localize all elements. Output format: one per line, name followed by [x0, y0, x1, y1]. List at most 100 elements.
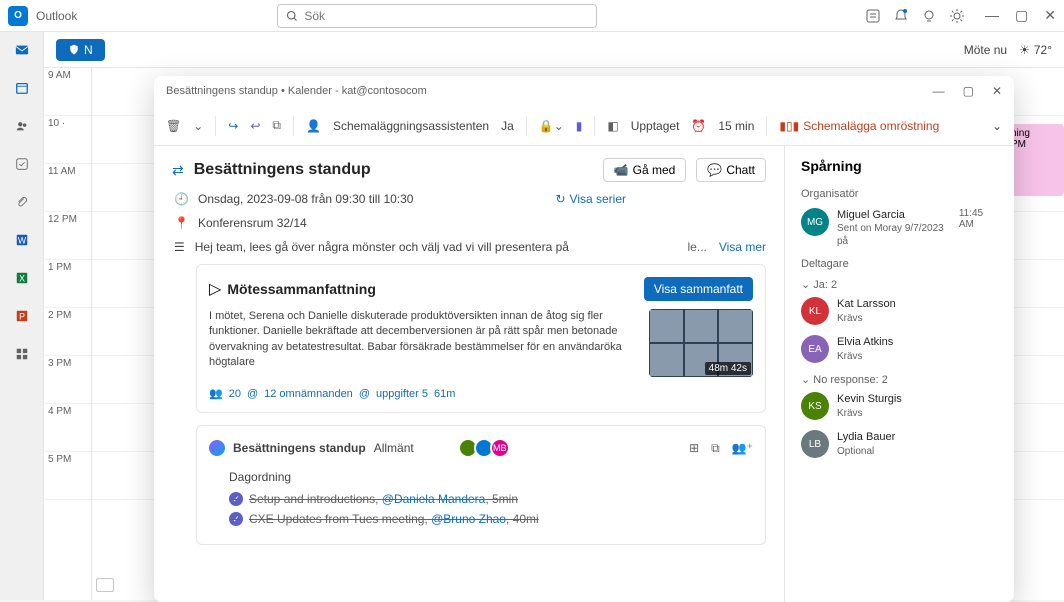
rail-attach-icon[interactable]	[12, 192, 32, 212]
recap-mentions[interactable]: 12 omnämnanden	[264, 388, 353, 400]
rsvp-yes-label[interactable]: Ja	[501, 119, 514, 133]
search-input-wrapper[interactable]	[277, 4, 597, 28]
search-input[interactable]	[304, 9, 588, 23]
bulb-icon[interactable]	[921, 8, 937, 24]
attendee-row[interactable]: EA Elvia Atkins Krävs	[801, 335, 998, 363]
maximize-button[interactable]: ▢	[1015, 7, 1028, 24]
attendee-row[interactable]: KL Kat Larsson Krävs	[801, 297, 998, 325]
person-required: Krävs	[837, 407, 902, 420]
agenda-tail: , 40mi	[506, 512, 539, 526]
toolbar-expand-icon[interactable]: ⌄	[992, 119, 1002, 133]
play-icon: ▷	[209, 279, 221, 299]
organizer-row[interactable]: MG Miguel Garcia Sent on Moray 9/7/2023 …	[801, 208, 998, 248]
chat-icon: 💬	[707, 163, 722, 177]
channel-team-name[interactable]: Besättningens standup	[233, 441, 366, 455]
copy-icon[interactable]: ⧉	[711, 441, 720, 456]
weather-widget[interactable]: ☀ 72°	[1019, 43, 1052, 57]
person-required: Optional	[837, 445, 895, 458]
schedule-poll-button[interactable]: ▮▯▮ Schemalägga omröstning	[779, 119, 939, 133]
person-name: Miguel Garcia	[837, 208, 951, 222]
delete-icon[interactable]: 🗑	[166, 119, 181, 133]
recap-people-count[interactable]: 20	[229, 388, 241, 400]
agenda-item[interactable]: ✓ CXE Updates from Tues meeting, @Bruno …	[229, 512, 753, 526]
recap-summary-text: I mötet, Serena och Danielle diskuterade…	[209, 309, 639, 377]
hour-label: 4 PM	[44, 404, 91, 452]
minimize-button[interactable]: —	[985, 7, 999, 24]
close-button[interactable]: ✕	[1044, 7, 1056, 24]
sun-icon: ☀	[1019, 43, 1030, 57]
join-button[interactable]: 📹 Gå med	[603, 158, 687, 182]
rail-powerpoint-icon[interactable]: P	[12, 306, 32, 326]
forward-icon[interactable]: ↪	[228, 119, 238, 133]
rail-word-icon[interactable]: W	[12, 230, 32, 250]
view-recap-button[interactable]: Visa sammanfatt	[644, 277, 753, 301]
sent-info: Sent on Moray 9/7/2023 på	[837, 222, 951, 248]
agenda-heading: Dagordning	[229, 470, 753, 484]
recap-video-thumbnail[interactable]: 48m 42s	[649, 309, 753, 377]
event-modal: Besättningens standup • Kalender - kat@c…	[154, 76, 1014, 602]
people-icon: 👥	[209, 387, 223, 400]
rail-more-apps-icon[interactable]	[12, 344, 32, 364]
category-icon[interactable]: ▮	[576, 119, 583, 133]
chat-button[interactable]: 💬 Chatt	[696, 158, 766, 182]
show-more-button[interactable]: Visa mer	[719, 240, 766, 254]
modal-close-button[interactable]: ✕	[992, 84, 1002, 98]
yes-group-header[interactable]: Ja: 2	[801, 278, 998, 291]
person-name: Kevin Sturgis	[837, 392, 902, 406]
reminder-icon: ⏰	[691, 119, 706, 133]
noresponse-group-header[interactable]: No response: 2	[801, 373, 998, 386]
poll-label: Schemalägga omröstning	[803, 119, 939, 133]
view-series-button[interactable]: ↻ Visa serier	[555, 192, 626, 206]
series-indicator-icon: ⇄	[172, 162, 184, 179]
meeting-description-preview: Hej team, lees gå över några mönster och…	[195, 240, 569, 254]
rail-mail-icon[interactable]	[12, 40, 32, 60]
bottom-left-widget[interactable]	[96, 578, 114, 592]
modal-minimize-button[interactable]: —	[933, 84, 945, 98]
event-title: ning	[1011, 128, 1060, 139]
recap-card: ▷ Mötessammanfattning Visa sammanfatt I …	[196, 264, 766, 413]
rail-excel-icon[interactable]: X	[12, 268, 32, 288]
chevron-down-icon[interactable]: ⌄	[193, 119, 203, 133]
agenda-item[interactable]: ✓ Setup and introductions, @Daniela Mand…	[229, 492, 753, 506]
notes-icon[interactable]	[865, 8, 881, 24]
mention[interactable]: @Daniela Mandera	[382, 492, 486, 506]
description-icon: ☰	[174, 240, 185, 254]
settings-icon[interactable]	[949, 8, 965, 24]
at-icon: @	[359, 388, 370, 400]
svg-text:X: X	[19, 274, 25, 284]
reminder-button[interactable]: 15 min	[718, 119, 754, 133]
private-icon[interactable]: 🔒⌄	[539, 119, 564, 133]
search-icon	[286, 10, 298, 22]
channel-name[interactable]: Allmänt	[374, 441, 414, 455]
show-as-button[interactable]: Upptaget	[631, 119, 680, 133]
scheduling-assistant-button[interactable]: Schemaläggningsassistenten	[333, 119, 489, 133]
meeting-time: Onsdag, 2023-09-08 från 09:30 till 10:30	[198, 192, 413, 206]
bell-icon[interactable]	[893, 8, 909, 24]
mention[interactable]: @Bruno Zhao	[431, 512, 506, 526]
clock-icon: 🕘	[174, 192, 188, 206]
person-required: Krävs	[837, 312, 896, 325]
meeting-location: Konferensrum 32/14	[198, 216, 307, 230]
modal-maximize-button[interactable]: ▢	[963, 84, 974, 98]
recap-tasks[interactable]: uppgifter 5	[376, 388, 428, 400]
outlook-logo-icon: O	[8, 6, 28, 26]
rail-checkbox-icon[interactable]	[12, 154, 32, 174]
rail-calendar-icon[interactable]	[12, 78, 32, 98]
refresh-icon: ↻	[555, 192, 565, 206]
reply-icon[interactable]: ↩	[250, 119, 260, 133]
organizer-label: Organisatör	[801, 188, 998, 200]
attendee-row[interactable]: LB Lydia Bauer Optional	[801, 430, 998, 458]
new-event-button[interactable]: N	[56, 39, 105, 61]
copy-icon[interactable]: ⧉	[272, 118, 281, 133]
loop-icon	[209, 440, 225, 456]
avatar: KL	[801, 297, 829, 325]
poll-icon: ▮▯▮	[779, 119, 799, 133]
grid-icon[interactable]: ⊞	[689, 441, 699, 456]
meet-now-button[interactable]: Möte nu	[964, 43, 1007, 57]
new-button-label: N	[84, 43, 93, 57]
people-add-icon[interactable]: 👥⁺	[732, 441, 753, 456]
hour-label: 2 PM	[44, 308, 91, 356]
rail-people-icon[interactable]	[12, 116, 32, 136]
attendee-row[interactable]: KS Kevin Sturgis Krävs	[801, 392, 998, 420]
channel-avatars[interactable]: MB	[462, 438, 510, 458]
